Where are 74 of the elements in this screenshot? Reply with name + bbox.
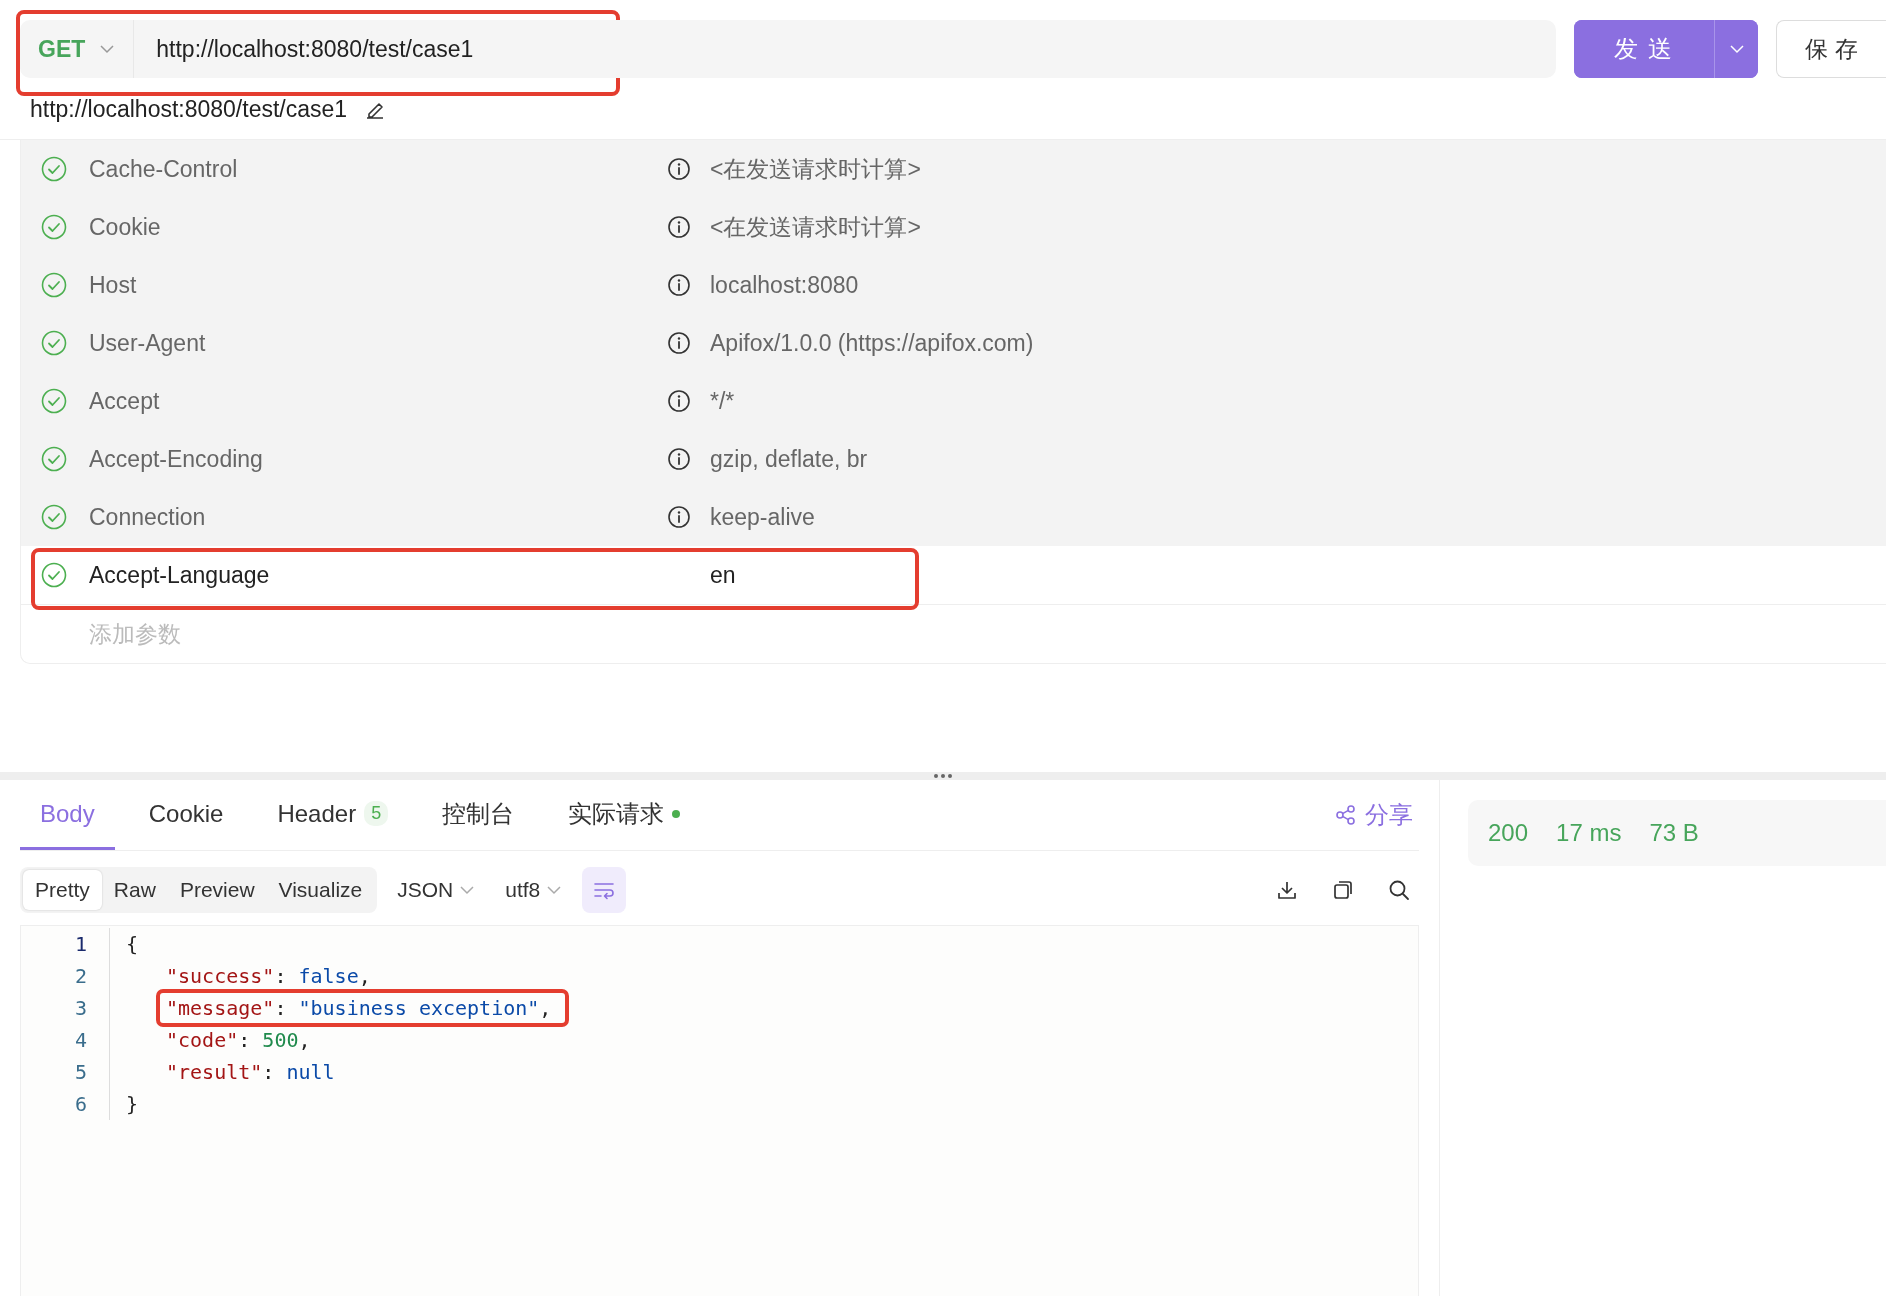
header-value: Apifox/1.0.0 (https://apifox.com) (709, 329, 1034, 357)
view-mode-tab[interactable]: Raw (101, 870, 168, 910)
header-name: Accept-Language (88, 561, 271, 589)
url-text: http://localhost:8080/test/case1 (155, 34, 475, 64)
response-tab[interactable]: 实际请求 (548, 780, 701, 850)
code-line: "message": "business exception", (166, 996, 552, 1020)
header-value: <在发送请求时计算> (709, 212, 921, 242)
info-icon (667, 273, 691, 297)
code-line: } (126, 1092, 139, 1116)
check-circle-icon[interactable] (41, 446, 67, 472)
check-circle-icon[interactable] (41, 504, 67, 530)
info-icon (667, 447, 691, 471)
check-circle-icon[interactable] (41, 214, 67, 240)
header-name: Host (88, 271, 138, 299)
info-icon (667, 331, 691, 355)
response-time: 17 ms (1556, 819, 1622, 847)
view-mode-tab[interactable]: Preview (167, 870, 267, 910)
info-icon (667, 215, 691, 239)
line-number: 2 (73, 964, 88, 988)
view-mode-tab[interactable]: Pretty (23, 870, 102, 910)
code-line: "success": false, (166, 964, 371, 988)
line-number: 1 (73, 932, 88, 956)
chevron-down-icon (99, 43, 116, 55)
header-value: keep-alive (709, 503, 815, 531)
code-editor[interactable]: 1 { 2 "success": false, 3 "message": "business exception", 4 "code": 500, 5 "result": null 6 } (20, 925, 1419, 1296)
code-line: "result": null (166, 1060, 335, 1084)
code-line: "code": 500, (166, 1028, 311, 1052)
code-line: { (126, 932, 139, 956)
check-circle-icon[interactable] (41, 330, 67, 356)
header-name: User-Agent (88, 329, 207, 357)
check-circle-icon[interactable] (41, 562, 67, 588)
response-tab[interactable]: Header 5 (257, 780, 409, 850)
response-tab[interactable]: Body (20, 780, 115, 850)
share-icon (1335, 804, 1357, 826)
info-icon (667, 505, 691, 529)
status-code: 200 (1488, 819, 1529, 847)
response-size: 73 B (1649, 819, 1699, 847)
request-title: http://localhost:8080/test/case1 (30, 96, 348, 123)
header-value: <在发送请求时计算> (709, 154, 921, 184)
line-number: 6 (73, 1092, 88, 1116)
chevron-down-icon (546, 884, 563, 896)
header-value: */* (709, 387, 735, 415)
check-circle-icon[interactable] (41, 156, 67, 182)
drag-handle-icon[interactable] (933, 773, 953, 779)
response-tab[interactable]: Cookie (128, 780, 244, 850)
header-value: en (709, 561, 736, 589)
header-value: localhost:8080 (709, 271, 859, 299)
save-button[interactable]: 保 存 (1776, 20, 1886, 78)
add-param-field[interactable]: 添加参数 (87, 619, 391, 649)
header-name: Cookie (88, 213, 162, 241)
encoding-dropdown[interactable]: utf8 (495, 878, 573, 902)
wrap-icon (592, 880, 617, 900)
share-button[interactable]: 分享 (1329, 780, 1419, 850)
url-input-field[interactable]: GET http://localhost:8080/test/case1 (20, 20, 1556, 78)
header-name: Accept (88, 387, 161, 415)
format-dropdown[interactable]: JSON (387, 878, 486, 902)
chevron-down-icon (459, 884, 476, 896)
response-tab[interactable]: 控制台 (422, 780, 535, 850)
view-mode-tab[interactable]: Visualize (266, 870, 375, 910)
check-circle-icon[interactable] (41, 388, 67, 414)
line-number: 5 (73, 1060, 88, 1084)
info-icon (667, 157, 691, 181)
line-number: 3 (73, 996, 88, 1020)
header-name: Accept-Encoding (88, 445, 264, 473)
check-circle-icon[interactable] (41, 272, 67, 298)
chevron-down-icon (1728, 43, 1745, 55)
header-value: gzip, deflate, br (709, 445, 868, 473)
header-name: Connection (88, 503, 207, 531)
count-badge: 5 (364, 801, 389, 826)
line-number: 4 (73, 1028, 88, 1052)
header-name: Cache-Control (88, 155, 239, 183)
word-wrap-button[interactable] (582, 867, 627, 913)
info-icon (667, 389, 691, 413)
send-menu-button[interactable] (1714, 20, 1758, 78)
